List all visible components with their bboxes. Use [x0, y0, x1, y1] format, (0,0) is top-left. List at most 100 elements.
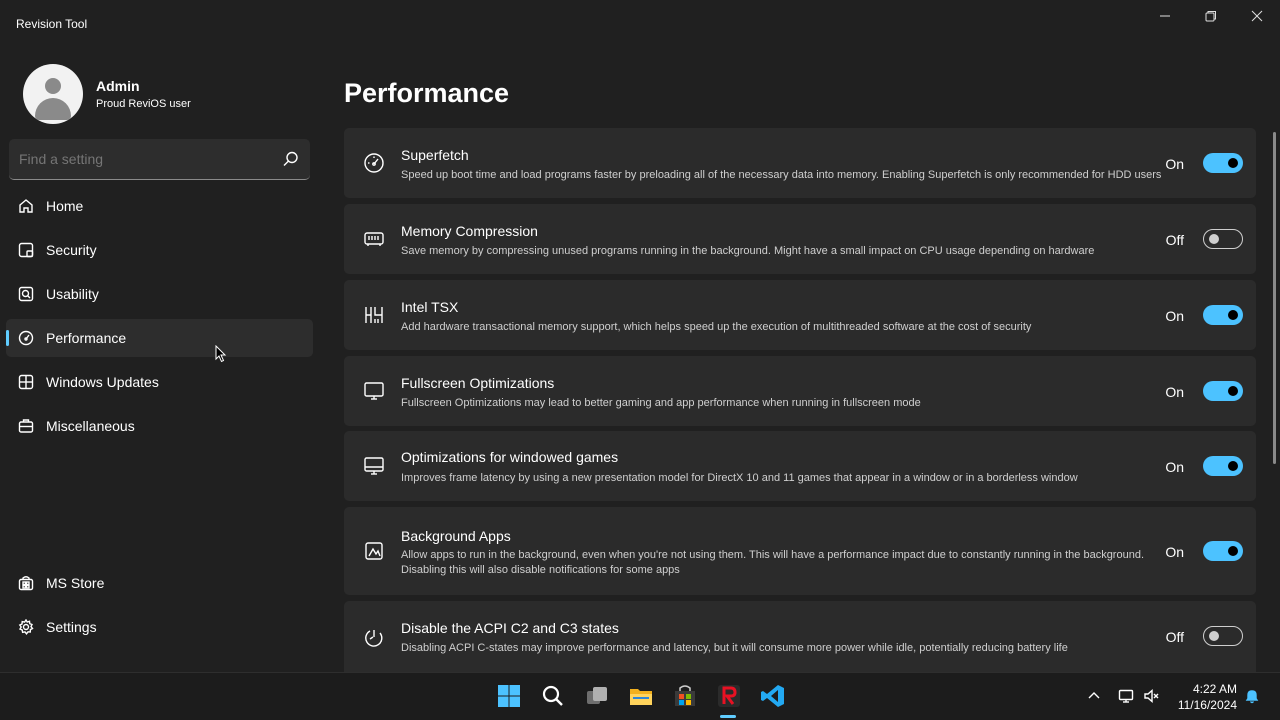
fullscreen-optimizations-toggle[interactable] — [1203, 381, 1243, 401]
search-icon[interactable] — [540, 683, 566, 709]
network-icon[interactable] — [1118, 688, 1134, 704]
toggle-state-label: On — [1165, 384, 1184, 400]
power-state-icon — [363, 626, 385, 648]
clock-time: 4:22 AM — [1192, 682, 1237, 696]
setting-card-fullscreen-optimizations: Fullscreen Optimizations Fullscreen Opti… — [344, 356, 1256, 426]
setting-description: Fullscreen Optimizations may lead to bet… — [401, 397, 921, 409]
toolbox-icon — [18, 418, 34, 434]
toggle-state-label: On — [1165, 459, 1184, 475]
background-apps-toggle[interactable] — [1203, 541, 1243, 561]
windowed-games-toggle[interactable] — [1203, 456, 1243, 476]
volume-muted-icon[interactable] — [1143, 688, 1159, 704]
search-input[interactable] — [19, 151, 259, 167]
title-bar: Revision Tool — [0, 0, 1280, 46]
clock-date: 11/16/2024 — [1177, 698, 1237, 712]
acpi-states-toggle[interactable] — [1203, 626, 1243, 646]
sidebar-item-home[interactable]: Home — [6, 187, 313, 225]
setting-card-superfetch: Superfetch Speed up boot time and load p… — [344, 128, 1256, 198]
chevron-up-icon[interactable] — [1086, 688, 1102, 704]
chip-icon — [363, 304, 385, 326]
mouse-cursor-icon — [215, 345, 227, 363]
setting-card-memory-compression: Memory Compression Save memory by compre… — [344, 204, 1256, 274]
home-icon — [18, 198, 34, 214]
toggle-state-label: On — [1165, 544, 1184, 560]
taskbar: 4:22 AM 11/16/2024 — [0, 672, 1280, 720]
setting-description: Add hardware transactional memory suppor… — [401, 321, 1032, 333]
setting-description: Allow apps to run in the background, eve… — [401, 549, 1144, 576]
toggle-state-label: On — [1165, 156, 1184, 172]
setting-title: Background Apps — [401, 528, 511, 544]
avatar — [23, 64, 83, 124]
windows-start-icon[interactable] — [496, 683, 522, 709]
user-profile: Admin Proud ReviOS user — [23, 64, 191, 124]
setting-title: Intel TSX — [401, 299, 459, 315]
sidebar-item-label: Security — [46, 242, 97, 258]
monitor-icon — [363, 380, 385, 402]
gear-icon — [18, 618, 34, 635]
close-icon — [1251, 10, 1263, 22]
sidebar-item-miscellaneous[interactable]: Miscellaneous — [6, 407, 313, 445]
sidebar-item-label: Usability — [46, 286, 99, 302]
sidebar-item-usability[interactable]: Usability — [6, 275, 313, 313]
superfetch-toggle[interactable] — [1203, 153, 1243, 173]
sidebar-item-label: Performance — [46, 330, 127, 346]
notification-bell-icon[interactable] — [1244, 688, 1260, 704]
usability-icon — [18, 286, 34, 302]
gauge-icon — [18, 330, 34, 346]
setting-description: Save memory by compressing unused progra… — [401, 245, 1095, 257]
gauge-icon — [363, 152, 385, 174]
sidebar-item-label: Windows Updates — [46, 374, 159, 390]
sidebar: Admin Proud ReviOS user Home Security Us… — [0, 46, 320, 672]
active-app-indicator — [720, 715, 736, 718]
system-clock[interactable]: 4:22 AM 11/16/2024 — [1178, 681, 1237, 713]
background-apps-icon — [363, 540, 385, 562]
ms-store-icon[interactable] — [672, 683, 698, 709]
toggle-state-label: Off — [1165, 232, 1184, 248]
sidebar-item-settings[interactable]: Settings — [6, 608, 313, 646]
setting-title: Superfetch — [401, 147, 469, 163]
setting-card-background-apps: Background Apps Allow apps to run in the… — [344, 507, 1256, 595]
setting-title: Fullscreen Optimizations — [401, 375, 555, 391]
search-icon[interactable] — [283, 151, 299, 167]
setting-card-acpi-states: Disable the ACPI C2 and C3 states Disabl… — [344, 601, 1256, 672]
memory-compression-toggle[interactable] — [1203, 229, 1243, 249]
active-indicator — [6, 330, 9, 346]
file-explorer-icon[interactable] — [628, 683, 654, 709]
search-box[interactable] — [9, 139, 310, 180]
sidebar-item-ms-store[interactable]: MS Store — [6, 564, 313, 602]
setting-title: Disable the ACPI C2 and C3 states — [401, 620, 619, 636]
setting-card-windowed-games: Optimizations for windowed games Improve… — [344, 431, 1256, 501]
sidebar-item-security[interactable]: Security — [6, 231, 313, 269]
page-title: Performance — [344, 78, 510, 108]
setting-description: Speed up boot time and load programs fas… — [401, 169, 1162, 181]
minimize-button[interactable] — [1142, 0, 1188, 32]
profile-name: Admin — [96, 78, 140, 94]
app-title: Revision Tool — [16, 17, 88, 31]
restore-icon — [1205, 11, 1216, 22]
sidebar-item-label: MS Store — [46, 575, 105, 591]
sidebar-item-label: Settings — [46, 619, 97, 635]
close-button[interactable] — [1234, 0, 1280, 32]
store-icon — [18, 575, 34, 591]
sidebar-item-label: Home — [46, 198, 84, 214]
sidebar-item-label: Miscellaneous — [46, 418, 135, 434]
setting-title: Memory Compression — [401, 223, 538, 239]
task-view-icon[interactable] — [584, 683, 610, 709]
sidebar-item-windows-updates[interactable]: Windows Updates — [6, 363, 313, 401]
scrollbar[interactable] — [1273, 132, 1276, 464]
toggle-state-label: Off — [1165, 629, 1184, 645]
update-icon — [18, 374, 34, 390]
setting-description: Disabling ACPI C-states may improve perf… — [401, 642, 1068, 654]
profile-subtitle: Proud ReviOS user — [96, 98, 191, 110]
setting-card-intel-tsx: Intel TSX Add hardware transactional mem… — [344, 280, 1256, 350]
revision-tool-icon[interactable] — [716, 683, 742, 709]
toggle-state-label: On — [1165, 308, 1184, 324]
vscode-icon[interactable] — [760, 683, 786, 709]
minimize-icon — [1160, 15, 1170, 17]
setting-title: Optimizations for windowed games — [401, 449, 619, 465]
intel-tsx-toggle[interactable] — [1203, 305, 1243, 325]
restore-button[interactable] — [1188, 0, 1234, 32]
setting-description: Improves frame latency by using a new pr… — [401, 472, 1078, 484]
sidebar-item-performance[interactable]: Performance — [6, 319, 313, 357]
shield-icon — [18, 242, 34, 258]
